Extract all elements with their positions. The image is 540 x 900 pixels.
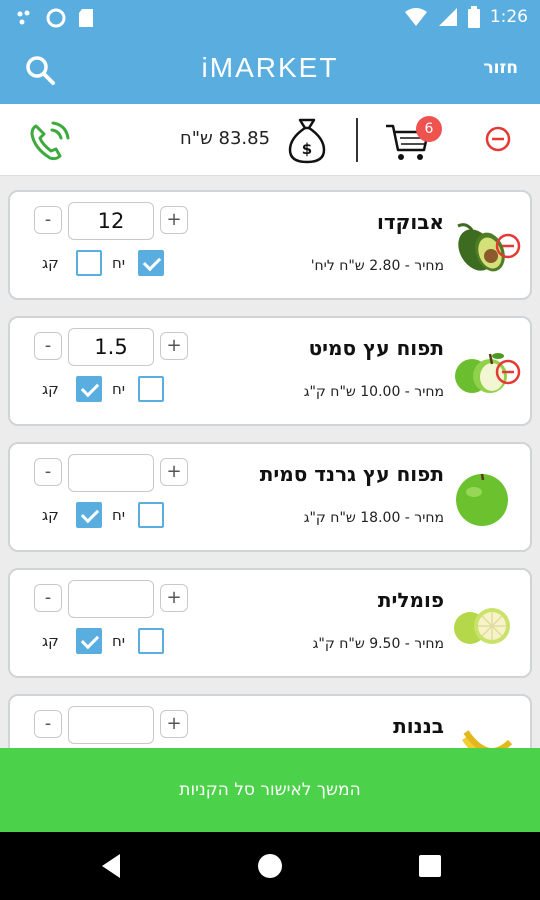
- system-icons: 1:26: [404, 6, 528, 28]
- product-name: אבוקדו: [377, 210, 444, 234]
- status-bar: 1:26: [0, 0, 540, 36]
- unit-kg-checkbox[interactable]: [76, 502, 102, 528]
- product-card-smith-apple: - 1.5 + תפוח עץ סמיט מחיר - 10.00 ש"ח ק"…: [8, 316, 532, 426]
- sd-card-icon: [79, 9, 93, 27]
- decrease-qty-button[interactable]: -: [34, 206, 62, 234]
- battery-icon: [467, 6, 480, 28]
- signal-icon: [438, 8, 457, 26]
- quantity-input[interactable]: [68, 454, 154, 492]
- product-card-granny-smith: - + תפוח עץ גרנד סמית מחיר - 18.00 ש"ח ק…: [8, 442, 532, 552]
- unit-yah-label: יח: [112, 254, 126, 272]
- money-bag-icon: $: [288, 118, 326, 164]
- product-name: תפוח עץ גרנד סמית: [259, 462, 444, 486]
- product-name: פומלית: [377, 588, 444, 612]
- decrease-qty-button[interactable]: -: [34, 458, 62, 486]
- clear-cart-icon[interactable]: [485, 126, 511, 152]
- granny-smith-apple-image: [456, 473, 508, 526]
- pomelit-image: [454, 608, 510, 644]
- unit-kg-checkbox[interactable]: [76, 250, 102, 276]
- app-title: iMARKET: [201, 52, 339, 83]
- cart-header: 83.85 ש"ח $ 6: [0, 104, 540, 176]
- unit-yah-checkbox[interactable]: [138, 250, 164, 276]
- product-card-avocado: - 12 + אבוקדו מחיר - 2.80 ש"ח ליח' קג יח: [8, 190, 532, 300]
- back-button[interactable]: חזור: [483, 58, 518, 78]
- unit-kg-label: קג: [42, 380, 59, 398]
- wifi-icon: [404, 8, 427, 26]
- decrease-qty-button[interactable]: -: [34, 584, 62, 612]
- unit-yah-checkbox[interactable]: [138, 502, 164, 528]
- unit-kg-label: קג: [42, 506, 59, 524]
- status-time: 1:26: [489, 7, 528, 27]
- quantity-input[interactable]: [68, 580, 154, 618]
- unit-yah-label: יח: [112, 380, 126, 398]
- cart-count-badge: 6: [416, 116, 442, 142]
- remove-item-icon[interactable]: [494, 232, 522, 260]
- home-nav-icon[interactable]: [256, 852, 284, 880]
- cart-total: 83.85 ש"ח: [180, 128, 271, 149]
- header-divider: [356, 118, 358, 162]
- system-nav-bar: [0, 832, 540, 900]
- circle-icon: [46, 8, 66, 28]
- unit-kg-label: קג: [42, 632, 59, 650]
- phone-icon[interactable]: [26, 118, 72, 164]
- decrease-qty-button[interactable]: -: [34, 710, 62, 738]
- increase-qty-button[interactable]: +: [160, 206, 188, 234]
- app-bar: iMARKET חזור: [0, 36, 540, 104]
- remove-item-icon[interactable]: [494, 358, 522, 386]
- unit-kg-checkbox[interactable]: [76, 628, 102, 654]
- unit-kg-label: קג: [42, 254, 59, 272]
- increase-qty-button[interactable]: +: [160, 458, 188, 486]
- continue-to-checkout-button[interactable]: המשך לאישור סל הקניות: [0, 748, 540, 832]
- product-price: מחיר - 10.00 ש"ח ק"ג: [303, 384, 444, 400]
- decrease-qty-button[interactable]: -: [34, 332, 62, 360]
- unit-kg-checkbox[interactable]: [76, 376, 102, 402]
- increase-qty-button[interactable]: +: [160, 332, 188, 360]
- quantity-input[interactable]: 1.5: [68, 328, 154, 366]
- product-card-pomelit: - + פומלית מחיר - 9.50 ש"ח ק"ג קג יח: [8, 568, 532, 678]
- quantity-input[interactable]: [68, 706, 154, 744]
- product-price: מחיר - 18.00 ש"ח ק"ג: [303, 510, 444, 526]
- svg-text:$: $: [302, 140, 312, 158]
- unit-yah-checkbox[interactable]: [138, 628, 164, 654]
- unit-yah-label: יח: [112, 506, 126, 524]
- back-nav-icon[interactable]: [98, 852, 124, 880]
- product-price: מחיר - 9.50 ש"ח ק"ג: [312, 636, 444, 652]
- product-price: מחיר - 2.80 ש"ח ליח': [310, 258, 444, 274]
- increase-qty-button[interactable]: +: [160, 710, 188, 738]
- unit-yah-checkbox[interactable]: [138, 376, 164, 402]
- unit-yah-label: יח: [112, 632, 126, 650]
- product-name: תפוח עץ סמיט: [308, 336, 444, 360]
- quantity-input[interactable]: 12: [68, 202, 154, 240]
- product-name: בננות: [393, 714, 444, 738]
- recents-nav-icon[interactable]: [418, 854, 442, 878]
- increase-qty-button[interactable]: +: [160, 584, 188, 612]
- dots-icon: [17, 10, 30, 25]
- notification-icons: [16, 8, 94, 28]
